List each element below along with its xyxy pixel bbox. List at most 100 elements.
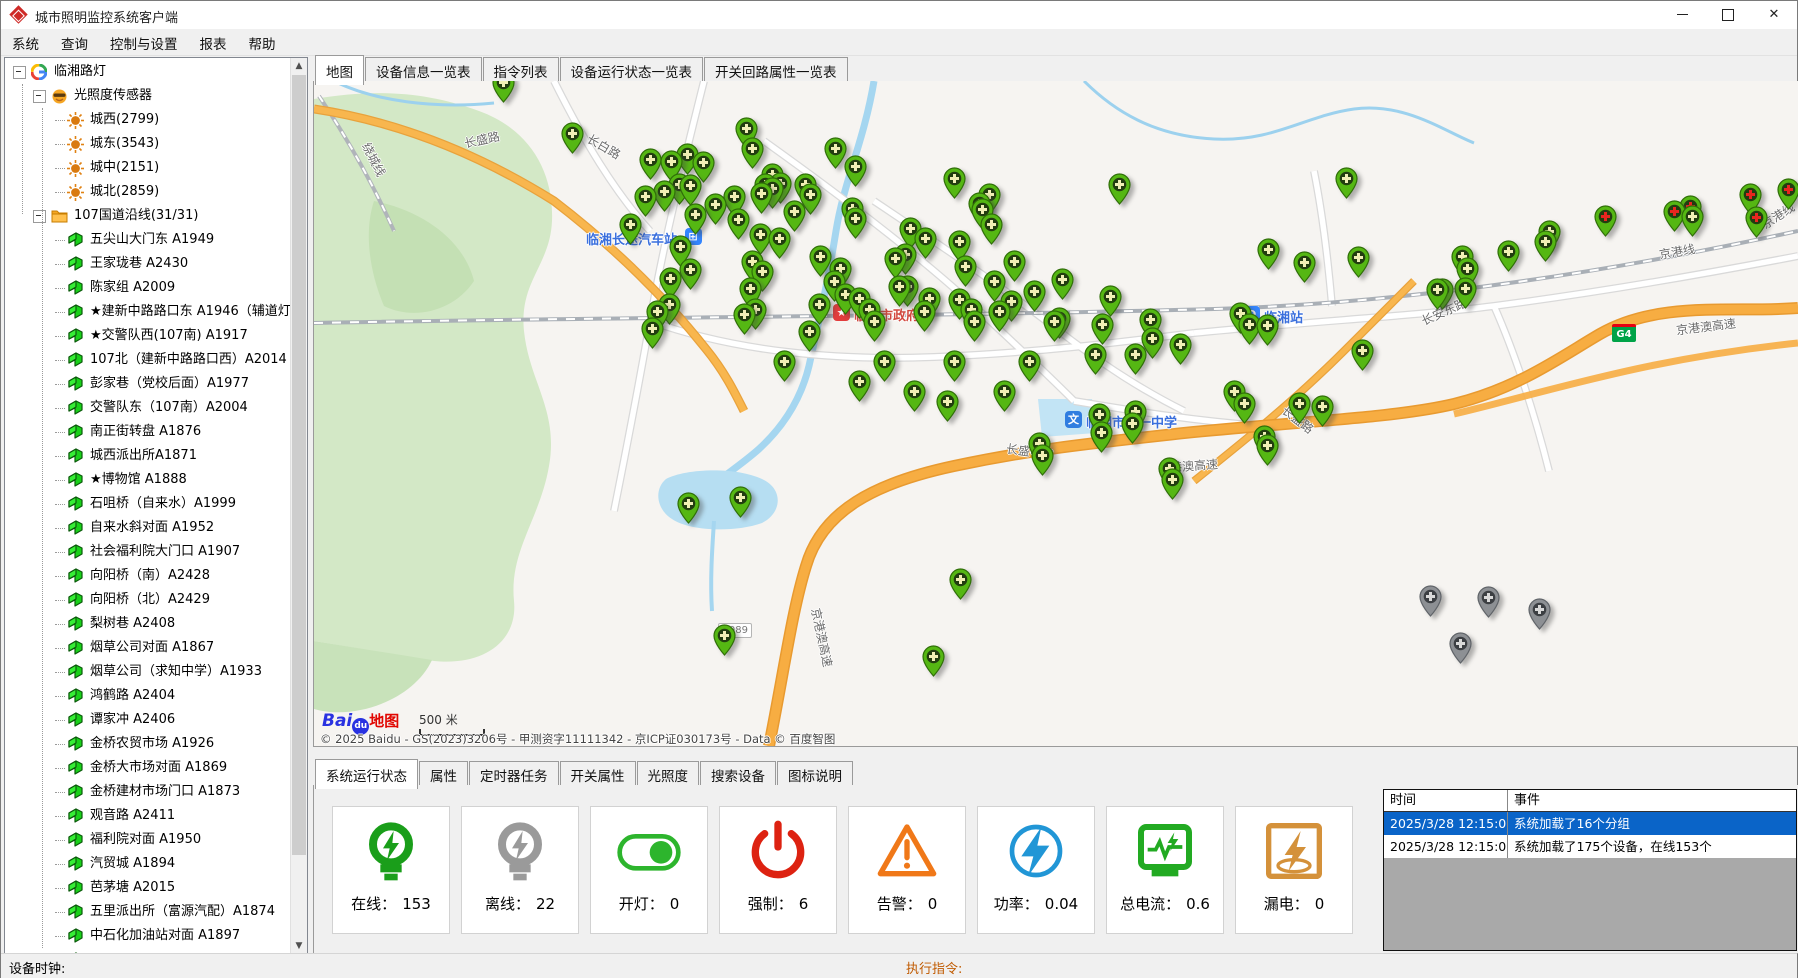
device-pin-online[interactable] — [684, 203, 707, 235]
tree-device-item[interactable]: 金桥农贸市场 A1926 — [5, 732, 290, 756]
device-pin-online[interactable] — [980, 213, 1003, 245]
device-pin-alert[interactable] — [1777, 178, 1798, 210]
device-pin-online[interactable] — [1169, 333, 1192, 365]
close-button[interactable]: ✕ — [1751, 1, 1797, 29]
tree-device-item[interactable]: ★交警队西(107南) A1917 — [5, 324, 290, 348]
tree-device-item[interactable]: 五尖山大门东 A1949 — [5, 228, 290, 252]
device-pin-online[interactable] — [677, 492, 700, 524]
tree-device-item[interactable]: 向阳桥（南）A2428 — [5, 564, 290, 588]
tree-device-item[interactable]: ★博物馆 A1888 — [5, 468, 290, 492]
event-log-row[interactable]: 2025/3/28 12:15:08系统加载了16个分组 — [1384, 812, 1796, 835]
device-pin-online[interactable] — [733, 303, 756, 335]
tree-device-item[interactable]: 鸿鹤路 A2404 — [5, 684, 290, 708]
menu-item-查询[interactable]: 查询 — [50, 29, 99, 57]
device-pin-online[interactable] — [1256, 434, 1279, 466]
tree-device-item[interactable]: 芭茅塘 A2015 — [5, 876, 290, 900]
device-pin-online[interactable] — [1288, 392, 1311, 424]
menu-item-控制与设置[interactable]: 控制与设置 — [99, 29, 189, 57]
device-pin-online[interactable] — [1023, 280, 1046, 312]
tree-device-item[interactable]: 陈家组 A2009 — [5, 276, 290, 300]
device-pin-online[interactable] — [750, 182, 773, 214]
tree-device-item[interactable]: 向阳桥（北）A2429 — [5, 588, 290, 612]
device-pin-online[interactable] — [1124, 343, 1147, 375]
device-pin-online[interactable] — [1256, 314, 1279, 346]
device-pin-online[interactable] — [768, 227, 791, 259]
map-view[interactable]: 长盛路长白路绕城线京港线京港线长安东路京港澳高速长盛路长盛中路港澳高速京港澳高速… — [313, 81, 1798, 747]
tree-device-item[interactable]: 金桥建材市场门口 A1873 — [5, 780, 290, 804]
device-pin-online[interactable] — [1031, 444, 1054, 476]
device-pin-online[interactable] — [848, 370, 871, 402]
tree-device-item[interactable]: ★建新中路路口东 A1946（辅道灯） — [5, 300, 290, 324]
device-pin-online[interactable] — [903, 380, 926, 412]
device-pin-online[interactable] — [641, 317, 664, 349]
device-pin-online[interactable] — [844, 207, 867, 239]
device-pin-online[interactable] — [873, 350, 896, 382]
tab-地图[interactable]: 地图 — [315, 55, 364, 85]
device-pin-online[interactable] — [988, 300, 1011, 332]
tree-device-item[interactable]: 南正街转盘 A1876 — [5, 420, 290, 444]
tree-device-item[interactable]: 福利院对面 A1950 — [5, 828, 290, 852]
device-pin-online[interactable] — [1018, 350, 1041, 382]
maximize-button[interactable] — [1705, 1, 1751, 29]
device-pin-online[interactable] — [963, 310, 986, 342]
scrollbar-thumb[interactable] — [292, 75, 306, 855]
tab-系统运行状态[interactable]: 系统运行状态 — [315, 759, 418, 789]
device-pin-online[interactable] — [1233, 392, 1256, 424]
tree-sensor-item[interactable]: 城西(2799) — [5, 108, 290, 132]
device-pin-online[interactable] — [1347, 246, 1370, 278]
device-pin-online[interactable] — [1084, 343, 1107, 375]
tree-device-item[interactable]: 交警队东（107南）A2004 — [5, 396, 290, 420]
device-pin-online[interactable] — [1091, 313, 1114, 345]
device-pin-online[interactable] — [1090, 421, 1113, 453]
event-log-row[interactable]: 2025/3/28 12:15:08系统加载了175个设备，在线153个 — [1384, 835, 1796, 858]
minimize-button[interactable] — [1659, 1, 1705, 29]
tree-device-item[interactable]: 城西派出所A1871 — [5, 444, 290, 468]
menu-item-帮助[interactable]: 帮助 — [238, 29, 287, 57]
device-pin-online[interactable] — [844, 155, 867, 187]
device-pin-online[interactable] — [954, 255, 977, 287]
menu-item-系统[interactable]: 系统 — [1, 29, 50, 57]
tree-device-item[interactable]: 王家珑巷 A2430 — [5, 252, 290, 276]
tree-expander-icon[interactable] — [33, 210, 46, 223]
device-pin-online[interactable] — [1497, 240, 1520, 272]
tree-device-item[interactable]: 107北（建新中路路口西）A2014 — [5, 348, 290, 372]
device-pin-online[interactable] — [949, 568, 972, 600]
device-pin-online[interactable] — [1161, 468, 1184, 500]
device-pin-online[interactable] — [713, 624, 736, 656]
device-pin-online[interactable] — [773, 350, 796, 382]
device-pin-online[interactable] — [1426, 278, 1449, 310]
device-pin-online[interactable] — [492, 81, 515, 103]
tree-sensor-item[interactable]: 城东(3543) — [5, 132, 290, 156]
device-pin-online[interactable] — [727, 208, 750, 240]
device-pin-online[interactable] — [1051, 268, 1074, 300]
tree-device-item[interactable]: 自来水斜对面 A1952 — [5, 516, 290, 540]
tree-device-item[interactable]: 金桥大市场对面 A1869 — [5, 756, 290, 780]
tree-device-item[interactable]: 烟草公司（求知中学）A1933 — [5, 660, 290, 684]
tree-device-item[interactable]: 汽贸城 A1894 — [5, 852, 290, 876]
device-pin-online[interactable] — [936, 390, 959, 422]
device-pin-offline[interactable] — [1477, 586, 1500, 618]
device-pin-online[interactable] — [1351, 339, 1374, 371]
device-pin-offline[interactable] — [1528, 598, 1551, 630]
device-pin-online[interactable] — [639, 148, 662, 180]
tree-scrollbar[interactable]: ▲ ▼ — [290, 58, 307, 954]
device-pin-online[interactable] — [704, 193, 727, 225]
tree-group-devices[interactable]: 107国道沿线(31/31) — [5, 204, 290, 228]
tree-device-item[interactable]: 彭家巷（党校后面）A1977 — [5, 372, 290, 396]
device-pin-online[interactable] — [888, 275, 911, 307]
tree-device-item[interactable]: 谭家冲 A2406 — [5, 708, 290, 732]
device-pin-online[interactable] — [679, 258, 702, 290]
scroll-down-icon[interactable]: ▼ — [291, 938, 307, 954]
scroll-up-icon[interactable]: ▲ — [291, 58, 307, 74]
tree-device-item[interactable]: 烟草公司对面 A1867 — [5, 636, 290, 660]
device-pin-online[interactable] — [993, 380, 1016, 412]
device-pin-alert[interactable] — [1745, 206, 1768, 238]
device-pin-online[interactable] — [1257, 238, 1280, 270]
device-pin-online[interactable] — [561, 122, 584, 154]
device-pin-online[interactable] — [1043, 310, 1066, 342]
device-pin-online[interactable] — [1681, 205, 1704, 237]
device-pin-online[interactable] — [943, 167, 966, 199]
menu-item-报表[interactable]: 报表 — [189, 29, 238, 57]
tree-device-item[interactable]: 中石化加油站对面 A1897 — [5, 924, 290, 948]
device-pin-online[interactable] — [679, 174, 702, 206]
